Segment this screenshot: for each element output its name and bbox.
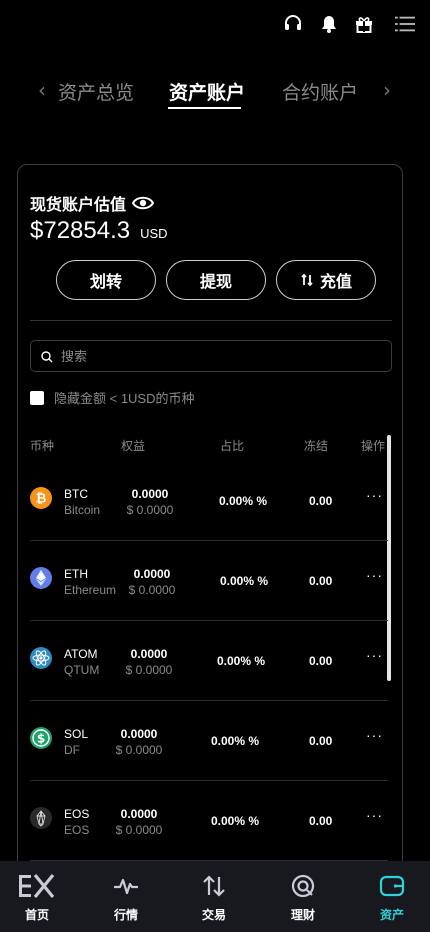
spot-account-card: 现货账户估值 $72854.3 USD 划转 提现 充值 隐藏金额 < 1USD… (17, 164, 403, 924)
table-row[interactable]: EOS EOS 0.0000 $ 0.0000 0.00% % 0.00 ··· (18, 781, 402, 861)
search-box[interactable] (30, 340, 392, 372)
col-ratio: 占比 (220, 439, 245, 453)
col-coin: 币种 (30, 439, 55, 453)
withdraw-button[interactable]: 提现 (166, 260, 266, 300)
coin-equity-usd: $ 0.0000 (125, 663, 173, 677)
headset-icon[interactable] (282, 13, 304, 35)
coin-ratio: 0.00% % (219, 494, 268, 508)
coin-name: DF (64, 743, 80, 757)
bottom-nav: 首页 行情 交易 理财 资产 (0, 861, 430, 932)
swap-icon (203, 875, 225, 897)
dollar-coin-icon: $ (30, 727, 52, 749)
transfer-button[interactable]: 划转 (56, 260, 156, 300)
coin-name: Ethereum (64, 583, 117, 597)
nav-finance[interactable]: 理财 (273, 873, 333, 923)
account-tabs: ‹ 资产总览 资产账户 合约账户 › (0, 76, 430, 116)
coin-equity-usd: $ 0.0000 (115, 743, 163, 757)
table-row[interactable]: ₿ BTC Bitcoin 0.0000 $ 0.0000 0.00% % 0.… (18, 461, 402, 541)
col-equity: 权益 (121, 439, 146, 453)
top-bar (0, 0, 430, 50)
eye-icon[interactable] (132, 195, 155, 211)
pulse-icon (114, 878, 138, 895)
eth-icon (30, 567, 52, 589)
atom-icon (30, 647, 52, 669)
coin-symbol: ATOM (64, 647, 98, 661)
coin-equity: 0.0000 (120, 807, 158, 821)
account-valuation: $72854.3 USD (30, 217, 168, 245)
more-icon[interactable]: ··· (366, 807, 383, 823)
more-icon[interactable]: ··· (366, 727, 383, 743)
divider (30, 320, 392, 321)
coin-frozen: 0.00 (309, 574, 333, 588)
coin-equity-usd: $ 0.0000 (126, 503, 174, 517)
nav-market[interactable]: 行情 (96, 873, 156, 923)
hide-small-checkbox[interactable] (30, 390, 44, 405)
wallet-icon (379, 875, 405, 897)
table-header: 币种 权益 占比 冻结 操作 (18, 437, 402, 457)
coin-symbol: SOL (64, 727, 89, 741)
col-action: 操作 (361, 439, 386, 453)
coin-equity: 0.0000 (130, 647, 168, 661)
finance-icon (291, 874, 315, 898)
active-tab-underline (168, 107, 241, 109)
chevron-left-icon[interactable]: ‹ (38, 78, 46, 102)
valuation-currency: USD (140, 226, 168, 241)
search-icon (41, 351, 53, 363)
search-input[interactable] (61, 348, 361, 364)
menu-icon[interactable] (393, 13, 417, 35)
coin-symbol: BTC (64, 487, 88, 501)
coin-ratio: 0.00% % (211, 734, 260, 748)
hide-small-label: 隐藏金额 < 1USD的币种 (54, 391, 195, 406)
more-icon[interactable]: ··· (366, 647, 383, 663)
table-row[interactable]: ETH Ethereum 0.0000 $ 0.0000 0.00% % 0.0… (18, 541, 402, 621)
deposit-button[interactable]: 充值 (276, 260, 376, 300)
coin-equity: 0.0000 (131, 487, 169, 501)
coin-frozen: 0.00 (309, 494, 333, 508)
nav-home[interactable]: 首页 (7, 873, 67, 923)
coin-ratio: 0.00% % (220, 574, 269, 588)
coin-ratio: 0.00% % (217, 654, 266, 668)
nav-assets[interactable]: 资产 (362, 873, 422, 923)
bell-icon[interactable] (318, 13, 340, 35)
deposit-icon (301, 273, 313, 287)
table-row[interactable]: ATOM QTUM 0.0000 $ 0.0000 0.00% % 0.00 ·… (18, 621, 402, 701)
svg-text:₿: ₿ (36, 492, 47, 507)
coin-ratio: 0.00% % (211, 814, 260, 828)
tab-asset-account[interactable]: 资产账户 (169, 78, 245, 105)
valuation-amount: $72854.3 (30, 217, 131, 244)
ex-logo-icon (19, 873, 55, 899)
gift-icon[interactable] (353, 13, 375, 35)
eos-icon (30, 807, 52, 829)
more-icon[interactable]: ··· (366, 487, 383, 503)
coin-equity-usd: $ 0.0000 (128, 583, 176, 597)
coin-equity-usd: $ 0.0000 (115, 823, 163, 837)
coin-equity: 0.0000 (133, 567, 171, 581)
svg-text:$: $ (37, 732, 45, 746)
btc-icon: ₿ (30, 487, 52, 509)
coin-equity: 0.0000 (120, 727, 158, 741)
coin-name: QTUM (64, 663, 100, 677)
nav-trade[interactable]: 交易 (184, 873, 244, 923)
tab-asset-overview[interactable]: 资产总览 (58, 78, 134, 105)
coin-symbol: ETH (64, 567, 88, 581)
coin-name: Bitcoin (64, 503, 101, 517)
coin-symbol: EOS (64, 807, 90, 821)
more-icon[interactable]: ··· (366, 567, 383, 583)
chevron-right-icon[interactable]: › (383, 78, 391, 102)
col-frozen: 冻结 (304, 439, 329, 453)
table-row[interactable]: $ SOL DF 0.0000 $ 0.0000 0.00% % 0.00 ··… (18, 701, 402, 781)
coin-name: EOS (64, 823, 90, 837)
coin-frozen: 0.00 (309, 814, 333, 828)
tab-contract-account[interactable]: 合约账户 (282, 78, 358, 105)
hide-small-balances[interactable]: 隐藏金额 < 1USD的币种 (30, 388, 195, 407)
coin-frozen: 0.00 (309, 654, 333, 668)
coin-frozen: 0.00 (309, 734, 333, 748)
card-title: 现货账户估值 (30, 191, 155, 215)
